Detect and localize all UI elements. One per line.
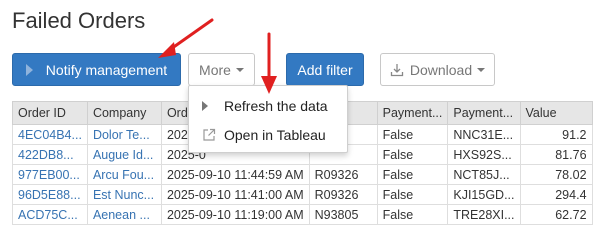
menu-item-label: Refresh the data — [224, 98, 328, 114]
order-date-cell: 2025-09-10 11:41:00 AM — [160, 184, 310, 205]
table-row: 96D5E88... Est Nunc... 2025-09-10 11:41:… — [12, 184, 593, 205]
value-cell: 62.72 — [519, 204, 593, 225]
order-id-cell[interactable]: 422DB8... — [12, 144, 88, 165]
external-link-icon — [203, 128, 216, 141]
code-cell: R09326 — [308, 164, 378, 185]
company-cell[interactable]: Est Nunc... — [86, 184, 162, 205]
company-cell[interactable]: Dolor Te... — [86, 124, 162, 145]
company-cell[interactable]: Augue Id... — [86, 144, 162, 165]
menu-item-open-in-tableau[interactable]: Open in Tableau — [189, 122, 347, 148]
payment-status-cell: False — [376, 144, 449, 165]
page-title: Failed Orders — [12, 8, 146, 33]
chevron-down-icon — [235, 67, 244, 72]
payment-ref-cell: TRE28XI... — [447, 204, 521, 225]
value-cell: 81.76 — [519, 144, 593, 165]
order-date-cell: 2025-09-10 11:44:59 AM — [160, 164, 310, 185]
column-header[interactable]: Payment... — [376, 101, 449, 125]
order-id-cell[interactable]: ACD75C... — [12, 204, 88, 225]
payment-status-cell: False — [376, 164, 449, 185]
value-cell: 78.02 — [519, 164, 593, 185]
add-filter-button[interactable]: Add filter — [286, 53, 364, 86]
column-header[interactable]: Payment... — [447, 101, 521, 125]
table-row: ACD75C... Aenean ... 2025-09-10 11:19:00… — [12, 204, 593, 225]
add-filter-label: Add filter — [297, 61, 353, 78]
more-label: More — [199, 61, 231, 78]
column-header[interactable]: Value — [519, 101, 593, 125]
order-date-cell: 2025-09-10 11:19:00 AM — [160, 204, 310, 225]
table-row: 977EB00... Arcu Fou... 2025-09-10 11:44:… — [12, 164, 593, 185]
notify-management-button[interactable]: Notify management — [12, 53, 181, 86]
more-dropdown-button[interactable]: More — [188, 53, 255, 86]
menu-item-label: Open in Tableau — [224, 127, 326, 143]
more-dropdown-menu: Refresh the data Open in Tableau — [188, 85, 348, 153]
payment-ref-cell: NCT85J... — [447, 164, 521, 185]
value-cell: 294.4 — [519, 184, 593, 205]
company-cell[interactable]: Arcu Fou... — [86, 164, 162, 185]
download-icon — [390, 63, 404, 76]
order-id-cell[interactable]: 4EC04B4... — [12, 124, 88, 145]
payment-status-cell: False — [376, 204, 449, 225]
company-cell[interactable]: Aenean ... — [86, 204, 162, 225]
payment-status-cell: False — [376, 184, 449, 205]
code-cell: R09326 — [308, 184, 378, 205]
payment-status-cell: False — [376, 124, 449, 145]
play-icon — [202, 101, 208, 111]
code-cell: N93805 — [308, 204, 378, 225]
play-icon — [25, 63, 33, 76]
notify-management-label: Notify management — [45, 61, 168, 78]
column-header[interactable]: Order ID — [12, 101, 88, 125]
chevron-down-icon — [477, 67, 486, 72]
payment-ref-cell: NNC31E... — [447, 124, 521, 145]
column-header[interactable]: Company — [86, 101, 162, 125]
download-label: Download — [409, 61, 473, 78]
payment-ref-cell: KJI15GD... — [447, 184, 521, 205]
order-id-cell[interactable]: 977EB00... — [12, 164, 88, 185]
order-id-cell[interactable]: 96D5E88... — [12, 184, 88, 205]
value-cell: 91.2 — [519, 124, 593, 145]
menu-item-refresh-data[interactable]: Refresh the data — [189, 93, 347, 119]
download-dropdown-button[interactable]: Download — [380, 53, 495, 86]
payment-ref-cell: HXS92S... — [447, 144, 521, 165]
